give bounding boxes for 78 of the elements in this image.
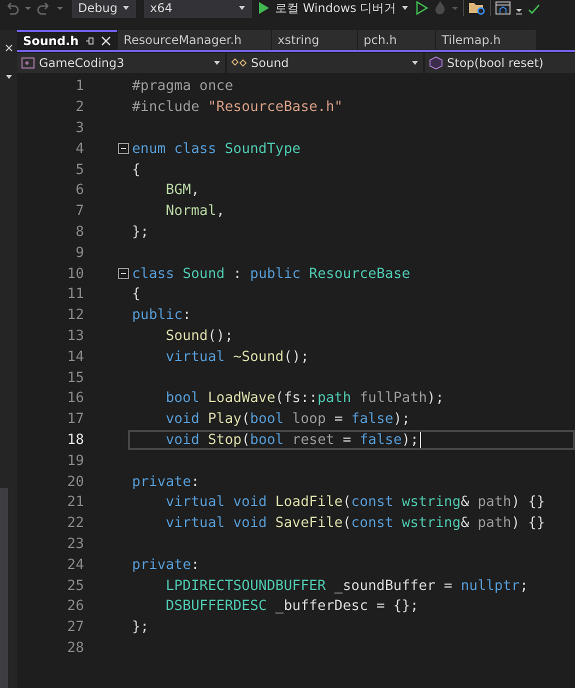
start-debugging-button[interactable]: 로컬 Windows 디버거 (256, 0, 412, 16)
line-number: 23 (66, 536, 84, 552)
code-line: DSBUFFERDESC _bufferDesc = {}; (166, 598, 419, 614)
platform-dropdown[interactable]: x64 (144, 0, 252, 18)
line-number: 26 (66, 598, 84, 614)
member-dropdown[interactable]: Stop(bool reset) (425, 53, 575, 73)
line-number: 22 (66, 515, 84, 532)
close-icon[interactable] (100, 36, 111, 46)
code-line: private: (132, 556, 200, 573)
line-number: 11 (66, 286, 84, 302)
caret-icon (122, 4, 130, 12)
line-number: 20 (66, 474, 84, 490)
line-number: 19 (66, 452, 84, 469)
project-icon (21, 57, 35, 69)
line-number: 2 (74, 99, 84, 116)
code-line: #include "ResourceBase.h" (132, 99, 343, 116)
method-icon (429, 56, 443, 70)
code-line: Sound(); (166, 328, 234, 344)
code-line: private: (132, 474, 200, 490)
line-number: 14 (66, 348, 84, 365)
code-line: { (132, 162, 140, 178)
code-line: virtual void SaveFile(const wstring& path) {} (166, 515, 546, 532)
caret-icon[interactable] (4, 74, 12, 80)
code-line: #pragma once (132, 78, 234, 94)
line-number: 12 (66, 307, 84, 324)
caret-icon (401, 4, 410, 12)
caret-icon (213, 59, 221, 67)
code-line: void Stop(bool reset = false); (166, 432, 419, 448)
line-number: 9 (74, 244, 84, 261)
file-tab[interactable]: xstring (272, 30, 357, 50)
code-line: virtual void LoadFile(const wstring& path) {} (166, 494, 546, 510)
play-icon (258, 1, 270, 15)
window-icon[interactable] (495, 0, 512, 16)
scope-dropdown[interactable]: Sound (227, 53, 423, 73)
line-number: 21 (66, 494, 84, 510)
line-number: 4 (74, 140, 84, 157)
collapse-icon[interactable] (118, 143, 129, 154)
code-line: BGM, (166, 182, 200, 198)
class-icon (231, 57, 247, 69)
line-number: 3 (74, 120, 84, 136)
line-number: 13 (66, 328, 84, 344)
file-tab[interactable]: Tilemap.h (436, 30, 536, 50)
configuration-dropdown[interactable]: Debug (72, 0, 136, 18)
code-line: bool LoadWave(fs::path fullPath); (166, 390, 444, 406)
line-number: 27 (66, 619, 84, 636)
line-number: 8 (74, 224, 84, 240)
caret-icon (411, 59, 419, 67)
close-icon[interactable] (4, 44, 12, 52)
project-dropdown[interactable]: GameCoding3 (17, 53, 225, 73)
code-line: { (132, 286, 140, 302)
code-line: Normal, (166, 203, 225, 220)
pin-icon[interactable] (84, 36, 95, 46)
file-tab[interactable]: pch.h (358, 30, 435, 50)
line-number: 6 (74, 182, 84, 198)
folder-search-icon[interactable] (468, 0, 486, 16)
line-number: 1 (74, 78, 84, 94)
code-line: virtual ~Sound(); (166, 348, 310, 365)
line-number: 25 (66, 578, 84, 594)
line-number: 16 (66, 390, 84, 406)
code-line: void Play(bool loop = false); (166, 411, 410, 428)
line-number: 17 (66, 411, 84, 428)
line-number: 18 (66, 432, 84, 448)
code-line: }; (132, 619, 149, 636)
file-tab[interactable]: ResourceManager.h (118, 30, 271, 50)
code-line: LPDIRECTSOUNDBUFFER _soundBuffer = nullptr; (166, 578, 528, 594)
code-line: enum class SoundType (132, 140, 301, 157)
code-line: class Sound : public ResourceBase (132, 266, 410, 282)
play-icon[interactable] (415, 0, 430, 16)
code-line: }; (132, 224, 149, 240)
collapse-icon[interactable] (118, 268, 129, 280)
line-number: 5 (74, 162, 84, 178)
line-number: 24 (66, 556, 84, 573)
code-line: public: (132, 307, 192, 324)
line-number: 15 (66, 370, 84, 386)
line-number: 28 (66, 640, 84, 656)
line-number: 7 (74, 203, 84, 220)
line-number: 10 (66, 266, 84, 282)
caret-icon (238, 4, 246, 12)
